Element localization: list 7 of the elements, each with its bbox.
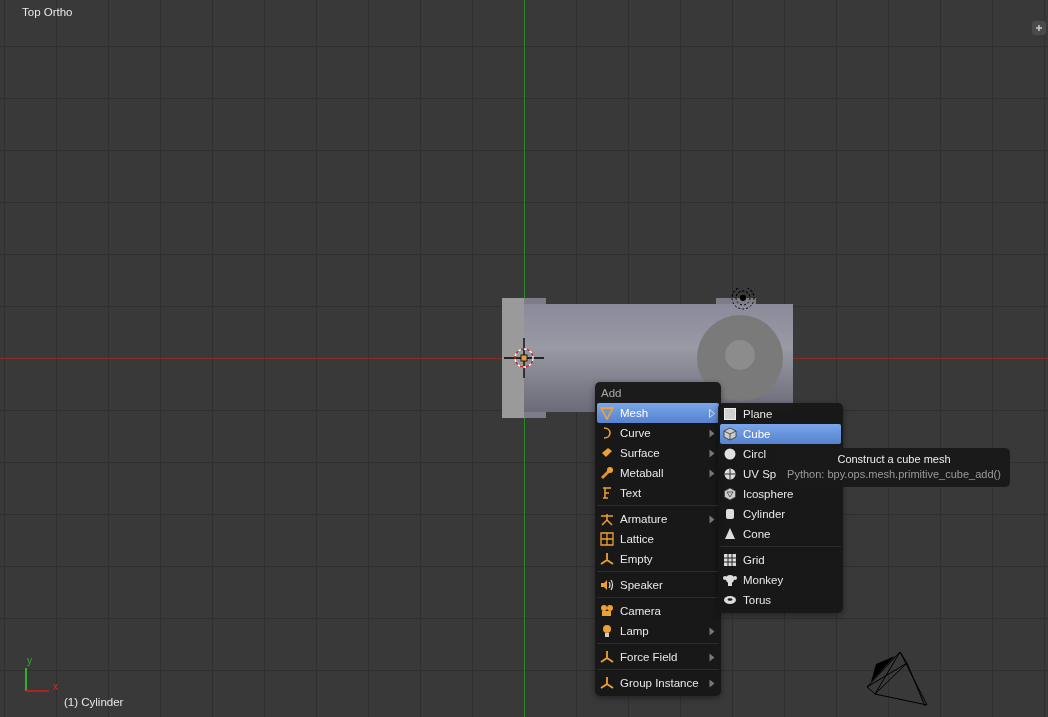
menu-title: Add <box>600 386 623 401</box>
tooltip-python: Python: bpy.ops.mesh.primitive_cube_add() <box>787 468 1001 480</box>
tooltip-description: Construct a cube mesh <box>837 453 951 465</box>
view-title: Top Ortho <box>22 6 73 18</box>
axis-label: x <box>53 681 58 692</box>
axis-label: y <box>27 655 32 666</box>
object-info: (1) Cylinder <box>64 696 124 708</box>
